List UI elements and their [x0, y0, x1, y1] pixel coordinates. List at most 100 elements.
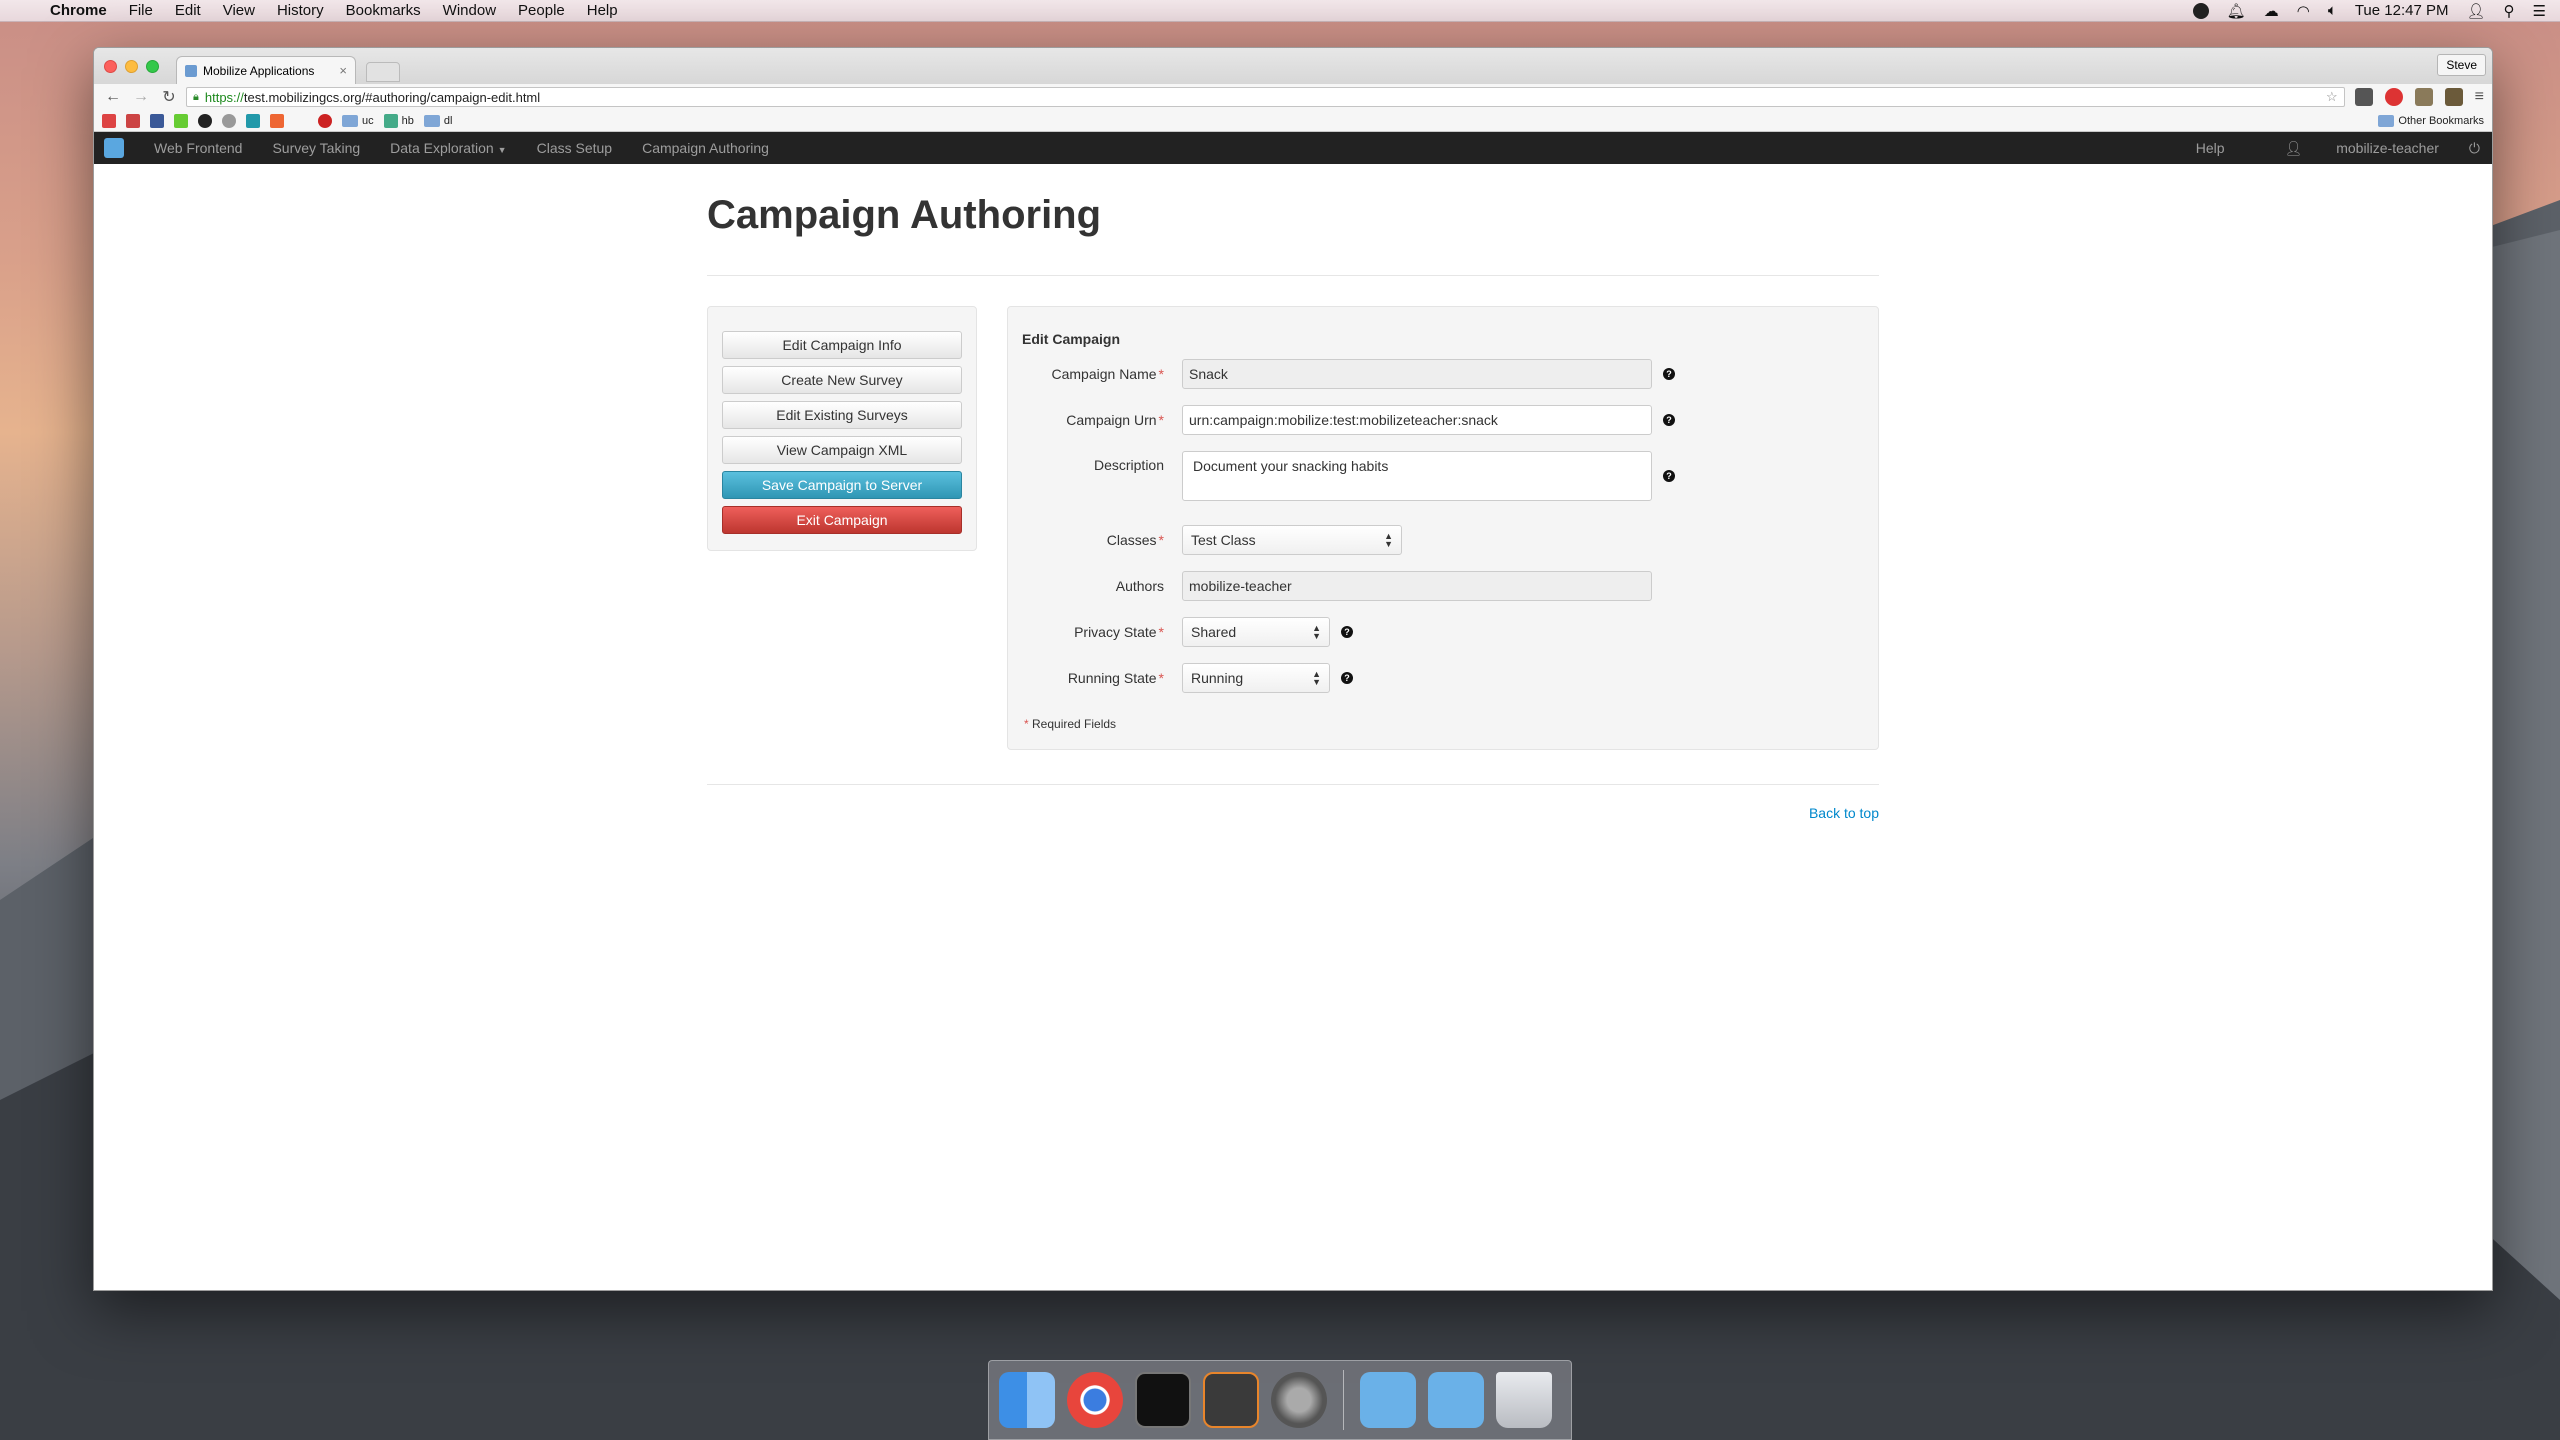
campaign-urn-label: Campaign Urn * [1022, 412, 1182, 428]
volume-icon[interactable]: 🔈︎ [2328, 2, 2337, 19]
bookmark-star-icon[interactable]: ☆ [2326, 89, 2338, 105]
create-new-survey-button[interactable]: Create New Survey [722, 366, 962, 394]
cloud-icon[interactable]: ☁ [2264, 2, 2279, 20]
bookmark-s[interactable] [270, 113, 284, 128]
bookmark-reddit[interactable] [222, 113, 236, 128]
select-arrows-icon: ▲ ▼ [1312, 623, 1321, 641]
nav-data-exploration[interactable]: Data Exploration ▼ [390, 140, 506, 156]
address-bar[interactable]: 🔒︎ https:// test.mobilizingcs.org/#autho… [186, 87, 2345, 107]
menu-file[interactable]: File [129, 2, 153, 19]
forward-arrow-icon[interactable]: → [130, 88, 152, 106]
classes-select[interactable]: Test Class ▲ ▼ [1182, 525, 1402, 555]
nav-class-setup[interactable]: Class Setup [537, 140, 612, 156]
logout-icon[interactable]: ⏻ [2469, 140, 2480, 157]
save-campaign-button[interactable]: Save Campaign to Server [722, 471, 962, 499]
authors-field[interactable]: mobilize-teacher [1182, 571, 1652, 601]
help-icon[interactable]: ? [1663, 414, 1675, 426]
menu-edit[interactable]: Edit [175, 2, 201, 19]
applications-folder-icon[interactable] [1360, 1372, 1416, 1428]
campaign-urn-field[interactable]: urn:campaign:mobilize:test:mobilizeteach… [1182, 405, 1652, 435]
bookmark-google-plus[interactable] [126, 113, 140, 128]
running-state-select[interactable]: Running ▲ ▼ [1182, 663, 1330, 693]
bookmark-facebook[interactable] [150, 113, 164, 128]
help-icon[interactable]: ? [1663, 470, 1675, 482]
bookmark-drive-hb[interactable]: hb [383, 113, 414, 128]
terminal-icon[interactable] [1135, 1372, 1191, 1428]
zoom-window-button[interactable] [146, 60, 159, 73]
caret-down-icon: ▼ [497, 145, 507, 155]
campaign-name-field[interactable]: Snack [1182, 359, 1652, 389]
extension-puzzle-icon[interactable] [2354, 88, 2373, 106]
extension-book-icon[interactable] [2444, 88, 2463, 106]
extension-folder-icon[interactable] [2414, 88, 2433, 106]
browser-tab-active[interactable]: Mobilize Applications × [176, 56, 356, 84]
facebook-icon [150, 113, 164, 128]
menu-view[interactable]: View [223, 2, 255, 19]
main-row: Edit Campaign Info Create New Survey Edi… [707, 306, 1879, 750]
extension-red-icon[interactable] [2384, 88, 2403, 106]
bookmarks-bar: uc hb dl Other Bookmarks [94, 110, 2492, 132]
privacy-state-select[interactable]: Shared ▲ ▼ [1182, 617, 1330, 647]
mobilize-logo-icon[interactable] [104, 138, 124, 158]
nav-data-exploration-label: Data Exploration [390, 140, 494, 156]
edit-campaign-info-button[interactable]: Edit Campaign Info [722, 331, 962, 359]
bookmark-feedly[interactable] [174, 113, 188, 128]
finder-icon[interactable] [999, 1372, 1055, 1428]
close-window-button[interactable] [104, 60, 117, 73]
nav-help[interactable]: Help [2196, 140, 2225, 156]
description-textarea[interactable]: Document your snacking habits [1182, 451, 1652, 501]
back-arrow-icon[interactable]: ← [102, 88, 124, 106]
bookmark-label: uc [362, 114, 374, 127]
menu-history[interactable]: History [277, 2, 324, 19]
classes-label: Classes * [1022, 532, 1182, 548]
back-to-top-link[interactable]: Back to top [1809, 805, 1879, 821]
help-icon[interactable]: ? [1663, 368, 1675, 380]
trash-icon[interactable] [1496, 1372, 1552, 1428]
bookmark-gmail[interactable] [102, 113, 116, 128]
bookmark-folder-dl[interactable]: dl [423, 114, 453, 127]
notification-center-icon[interactable]: ☰ [2533, 2, 2546, 20]
description-row: Description Document your snacking habit… [1022, 451, 1864, 501]
reload-icon[interactable]: ↻ [158, 87, 180, 107]
view-campaign-xml-button[interactable]: View Campaign XML [722, 436, 962, 464]
downloads-folder-icon[interactable] [1428, 1372, 1484, 1428]
bookmark-stop[interactable] [318, 113, 332, 128]
sublime-text-icon[interactable] [1203, 1372, 1259, 1428]
menu-help[interactable]: Help [587, 2, 618, 19]
bookmark-k[interactable] [246, 113, 260, 128]
nav-campaign-authoring[interactable]: Campaign Authoring [642, 140, 769, 156]
nav-user[interactable]: 👤︎ mobilize-teacher [2255, 140, 2439, 157]
edit-existing-surveys-button[interactable]: Edit Existing Surveys [722, 401, 962, 429]
chrome-menu-icon[interactable]: ≡ [2475, 88, 2484, 106]
chrome-icon[interactable] [1067, 1372, 1123, 1428]
nav-web-frontend[interactable]: Web Frontend [154, 140, 242, 156]
help-icon[interactable]: ? [1341, 672, 1353, 684]
folder-icon [2378, 114, 2395, 127]
menu-window[interactable]: Window [443, 2, 496, 19]
other-bookmarks[interactable]: Other Bookmarks [2378, 114, 2484, 127]
menubar-clock[interactable]: Tue 12:47 PM [2355, 2, 2449, 19]
menu-people[interactable]: People [518, 2, 565, 19]
profile-button[interactable]: Steve [2437, 54, 2486, 76]
privacy-state-row: Privacy State * Shared ▲ ▼ ? [1022, 617, 1864, 647]
menu-app-chrome[interactable]: Chrome [50, 2, 107, 19]
extensions-area: ≡ [2354, 88, 2484, 106]
notification-bell-icon[interactable]: 🔔︎ [2227, 2, 2246, 20]
status-app-icon[interactable] [2192, 2, 2209, 19]
bookmark-label: dl [443, 114, 453, 127]
new-tab-button[interactable] [366, 62, 400, 82]
nav-survey-taking[interactable]: Survey Taking [272, 140, 360, 156]
system-preferences-icon[interactable] [1271, 1372, 1327, 1428]
exit-campaign-button[interactable]: Exit Campaign [722, 506, 962, 534]
wifi-icon[interactable]: ◠ [2297, 2, 2310, 20]
menu-bookmarks[interactable]: Bookmarks [346, 2, 421, 19]
bookmark-folder-uc[interactable]: uc [342, 114, 374, 127]
minimize-window-button[interactable] [125, 60, 138, 73]
help-icon[interactable]: ? [1341, 626, 1353, 638]
page-content: Campaign Authoring Edit Campaign Info Cr… [707, 164, 1879, 823]
required-asterisk: * [1158, 624, 1164, 640]
bookmark-github[interactable] [198, 113, 212, 128]
spotlight-search-icon[interactable]: ⚲ [2504, 2, 2515, 20]
close-tab-icon[interactable]: × [339, 63, 347, 78]
user-icon[interactable]: 👤︎ [2467, 2, 2486, 20]
